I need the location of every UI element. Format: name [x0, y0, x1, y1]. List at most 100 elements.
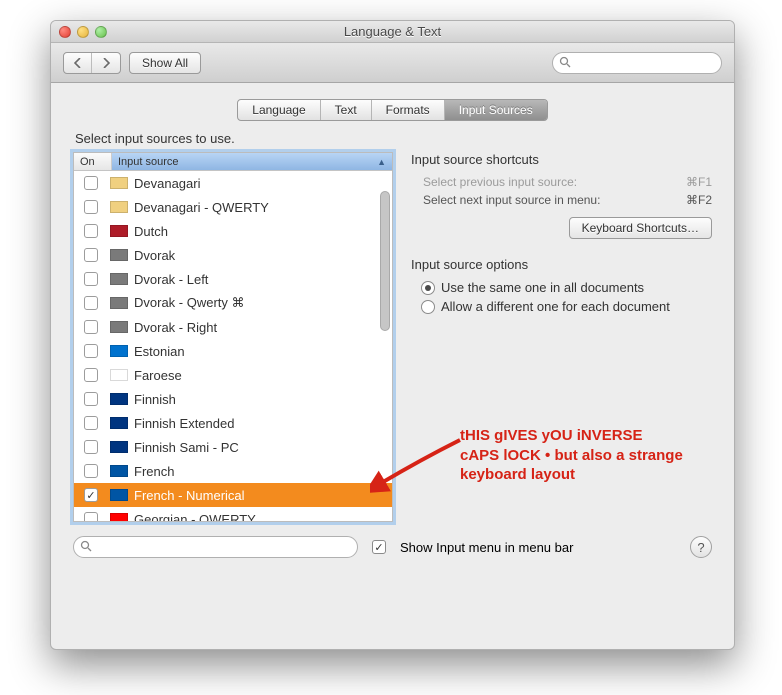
checkbox[interactable]	[84, 464, 98, 478]
zoom-icon[interactable]	[95, 26, 107, 38]
flag-icon	[110, 345, 128, 357]
flag-icon	[110, 489, 128, 501]
list-item[interactable]: Estonian	[74, 339, 392, 363]
list-item[interactable]: Georgian - QWERTY	[74, 507, 392, 521]
annotation-line: keyboard layout	[460, 465, 710, 485]
list-item-label: Finnish	[134, 392, 386, 407]
list-item-label: French	[134, 464, 386, 479]
prev-shortcut-label: Select previous input source:	[423, 175, 577, 189]
show-all-button[interactable]: Show All	[129, 52, 201, 74]
flag-icon	[110, 441, 128, 453]
option-diff-label: Allow a different one for each document	[441, 299, 670, 314]
checkbox[interactable]	[84, 392, 98, 406]
checkbox[interactable]	[84, 440, 98, 454]
checkbox[interactable]	[84, 248, 98, 262]
list-item-label: Georgian - QWERTY	[134, 512, 386, 522]
flag-icon	[110, 417, 128, 429]
flag-icon	[110, 393, 128, 405]
radio-diff[interactable]	[421, 300, 435, 314]
options-title: Input source options	[411, 257, 712, 272]
scrollbar-thumb[interactable]	[380, 191, 390, 331]
next-shortcut-row: Select next input source in menu: ⌘F2	[411, 191, 712, 209]
option-same-label: Use the same one in all documents	[441, 280, 644, 295]
list-item[interactable]: ✓French - Numerical	[74, 483, 392, 507]
flag-icon	[110, 297, 128, 309]
help-button[interactable]: ?	[690, 536, 712, 558]
list-item-label: Faroese	[134, 368, 386, 383]
forward-button[interactable]	[92, 53, 120, 73]
list-item[interactable]: Devanagari - QWERTY	[74, 195, 392, 219]
flag-icon	[110, 249, 128, 261]
list-item[interactable]: Finnish Sami - PC	[74, 435, 392, 459]
list-item[interactable]: Finnish Extended	[74, 411, 392, 435]
list-item[interactable]: Dvorak - Left	[74, 267, 392, 291]
toolbar-search	[552, 52, 722, 74]
list-item-label: Dvorak - Right	[134, 320, 386, 335]
prev-shortcut-row: Select previous input source: ⌘F1	[411, 173, 712, 191]
list-item-label: Devanagari - QWERTY	[134, 200, 386, 215]
toolbar: Show All	[51, 43, 734, 83]
checkbox[interactable]	[84, 344, 98, 358]
option-diff-row[interactable]: Allow a different one for each document	[411, 297, 712, 316]
list-item[interactable]: Dvorak - Right	[74, 315, 392, 339]
next-shortcut-key: ⌘F2	[686, 193, 712, 207]
tab-input-sources[interactable]: Input Sources	[445, 100, 547, 120]
option-same-row[interactable]: Use the same one in all documents	[411, 278, 712, 297]
checkbox[interactable]	[84, 368, 98, 382]
content: Language Text Formats Input Sources Sele…	[51, 83, 734, 572]
prev-shortcut-key: ⌘F1	[686, 175, 712, 189]
flag-icon	[110, 201, 128, 213]
list-item[interactable]: Faroese	[74, 363, 392, 387]
list-item[interactable]: Dvorak - Qwerty ⌘	[74, 291, 392, 315]
col-src-header[interactable]: Input source ▲	[112, 153, 392, 170]
list-item-label: Dvorak	[134, 248, 386, 263]
checkbox[interactable]	[84, 224, 98, 238]
flag-icon	[110, 513, 128, 521]
list-item-label: Finnish Extended	[134, 416, 386, 431]
checkbox[interactable]	[84, 200, 98, 214]
window-title: Language & Text	[51, 24, 734, 39]
tab-text[interactable]: Text	[321, 100, 372, 120]
search-input[interactable]	[552, 52, 722, 74]
list-item[interactable]: Dvorak	[74, 243, 392, 267]
window-controls	[59, 26, 107, 38]
checkbox[interactable]: ✓	[84, 488, 98, 502]
minimize-icon[interactable]	[77, 26, 89, 38]
prompt-label: Select input sources to use.	[75, 131, 712, 146]
flag-icon	[110, 225, 128, 237]
input-source-list: On Input source ▲ Devanagari Devanagari -…	[73, 152, 393, 522]
checkbox[interactable]	[84, 272, 98, 286]
close-icon[interactable]	[59, 26, 71, 38]
list-item[interactable]: Devanagari	[74, 171, 392, 195]
tab-group: Language Text Formats Input Sources	[237, 99, 547, 121]
checkbox[interactable]	[84, 512, 98, 521]
keyboard-shortcuts-button[interactable]: Keyboard Shortcuts…	[569, 217, 712, 239]
show-menu-checkbox[interactable]: ✓	[372, 540, 386, 554]
tab-formats[interactable]: Formats	[372, 100, 445, 120]
list-body[interactable]: Devanagari Devanagari - QWERTY Dutch Dvorak…	[74, 171, 392, 521]
flag-icon	[110, 273, 128, 285]
checkbox[interactable]	[84, 416, 98, 430]
titlebar: Language & Text	[51, 21, 734, 43]
col-src-label: Input source	[118, 156, 179, 168]
col-on-header[interactable]: On	[74, 153, 112, 170]
nav-segment	[63, 52, 121, 74]
list-item[interactable]: Finnish	[74, 387, 392, 411]
back-button[interactable]	[64, 53, 92, 73]
checkbox[interactable]	[84, 296, 98, 310]
shortcuts-title: Input source shortcuts	[411, 152, 712, 167]
flag-icon	[110, 177, 128, 189]
filter-input[interactable]	[73, 536, 358, 558]
flag-icon	[110, 465, 128, 477]
checkbox[interactable]	[84, 176, 98, 190]
chevron-right-icon	[102, 58, 110, 68]
show-menu-label: Show Input menu in menu bar	[400, 540, 573, 555]
list-item[interactable]: French	[74, 459, 392, 483]
checkbox[interactable]	[84, 320, 98, 334]
tab-language[interactable]: Language	[238, 100, 320, 120]
radio-same[interactable]	[421, 281, 435, 295]
list-item-label: Estonian	[134, 344, 386, 359]
list-item[interactable]: Dutch	[74, 219, 392, 243]
list-item-label: Finnish Sami - PC	[134, 440, 386, 455]
search-icon	[80, 540, 92, 555]
